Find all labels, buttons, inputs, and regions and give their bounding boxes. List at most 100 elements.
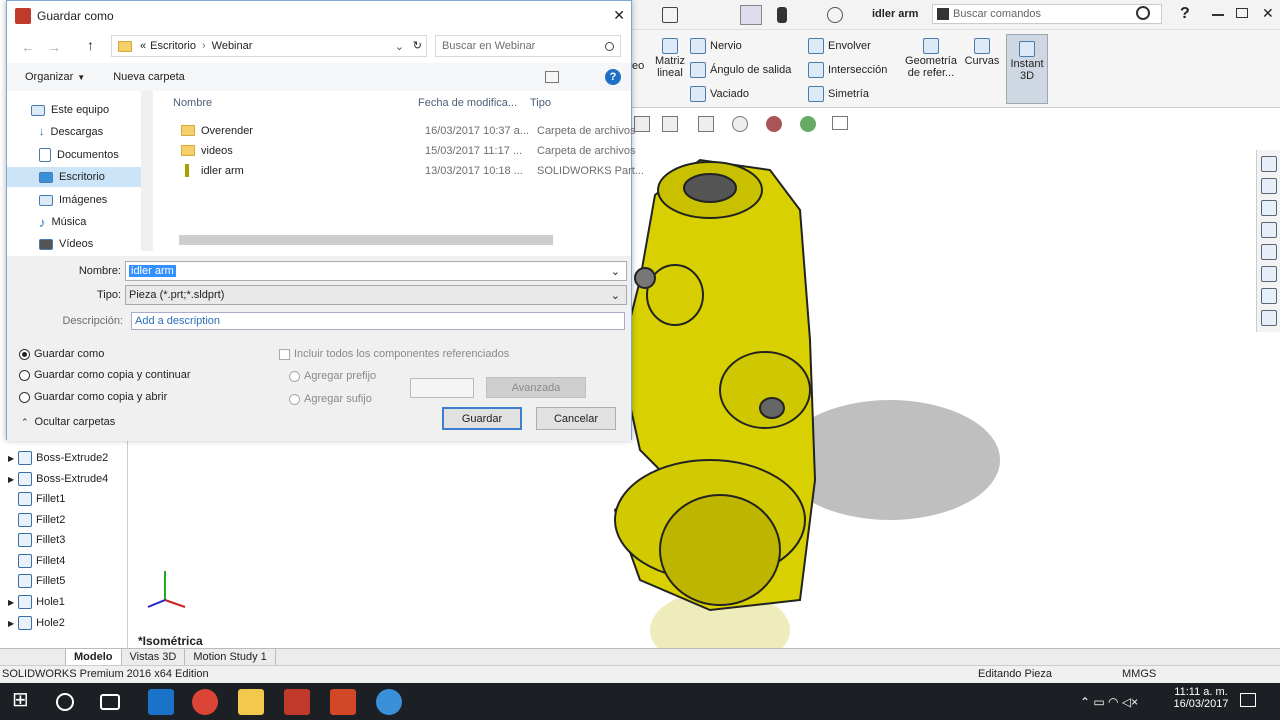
cortana-icon[interactable] [56,693,74,711]
home-icon[interactable] [1261,156,1277,172]
nav-item-pictures[interactable]: Imágenes [39,190,107,210]
powerpoint-icon[interactable] [330,689,356,715]
include-references-checkbox[interactable]: Incluir todos los componentes referencia… [279,348,509,360]
description-input[interactable]: Add a description [131,312,625,330]
new-folder-button[interactable]: Nueva carpeta [113,71,185,83]
breadcrumb-overflow[interactable]: « [140,40,146,52]
up-arrow-icon[interactable]: ↑ [87,37,94,53]
file-row[interactable]: idler arm 13/03/2017 10:18 ... SOLIDWORK… [173,161,644,181]
column-header-name[interactable]: Nombre [173,97,212,109]
windows-start-icon[interactable]: ⊞ [12,687,38,713]
forward-arrow-icon[interactable]: → [47,39,61,55]
view-settings-icon[interactable] [832,116,848,130]
tab-3d-views[interactable]: Vistas 3D [122,648,186,666]
back-arrow-icon[interactable]: ← [21,39,35,55]
expand-arrow-icon[interactable]: ▶ [8,619,14,628]
sustainability-icon[interactable] [1261,310,1277,326]
help-icon[interactable]: ? [1180,5,1190,23]
expand-arrow-icon[interactable]: ▶ [8,475,14,484]
units-status[interactable]: MMGS [1122,668,1156,680]
tree-item[interactable]: Fillet5 [18,571,65,591]
part-3d-view[interactable] [600,140,1260,650]
hide-folders-toggle[interactable]: ⌃ Ocultar carpetas [21,416,115,428]
search-commands-input[interactable]: Buscar comandos [932,4,1162,24]
design-library-icon[interactable] [1261,178,1277,194]
snowflake-app-icon[interactable] [376,689,402,715]
tray-icons[interactable]: ⌃ ▭ ◠ ◁× [1080,695,1138,709]
chevron-down-icon[interactable]: ⌄ [611,265,620,278]
tree-item[interactable]: Fillet1 [18,489,65,509]
file-row[interactable]: Overender 16/03/2017 10:37 a... Carpeta … [173,121,635,141]
tree-item[interactable]: ▶ Hole1 [8,592,65,612]
nav-item-documents[interactable]: Documentos [39,145,119,165]
chrome-icon[interactable] [192,689,218,715]
tree-item[interactable]: Fillet3 [18,530,65,550]
intersect-button[interactable]: Intersección [808,62,887,78]
horizontal-scrollbar[interactable] [179,235,553,245]
custom-properties-icon[interactable] [1261,266,1277,282]
add-suffix-option[interactable]: Agregar sufijo [289,393,372,405]
select-pointer-icon[interactable] [740,5,762,25]
prefix-suffix-input[interactable] [410,378,474,398]
file-row[interactable]: videos 15/03/2017 11:17 ... Carpeta de a… [173,141,635,161]
help-icon[interactable]: ? [605,69,621,85]
refresh-icon[interactable]: ↻ [413,39,422,52]
view-palette-icon[interactable] [1261,222,1277,238]
rib-button[interactable]: Nervio [690,38,742,54]
add-prefix-option[interactable]: Agregar prefijo [289,370,376,382]
breadcrumb-item[interactable]: Webinar [212,40,253,52]
file-explorer-icon[interactable] [238,689,264,715]
search-icon[interactable] [1136,6,1150,20]
appearance-icon[interactable] [766,116,782,132]
shell-button[interactable]: Vaciado [690,86,749,102]
scene-icon[interactable] [800,116,816,132]
tree-item[interactable]: ▶ Boss-Extrude4 [8,469,108,489]
tree-item[interactable]: ▶ Boss-Extrude2 [8,448,108,468]
display-style-icon[interactable] [698,116,714,132]
zoom-area-icon[interactable] [634,116,650,132]
solidworks-icon[interactable] [284,689,310,715]
forum-icon[interactable] [1261,288,1277,304]
search-input[interactable]: Buscar en Webinar [435,35,621,57]
tree-item[interactable]: ▶ Hole2 [8,613,65,633]
filename-input[interactable]: idler arm ⌄ [125,261,627,281]
close-icon[interactable]: ✕ [1262,5,1274,22]
draft-button[interactable]: Ángulo de salida [690,62,791,78]
nav-scrollbar[interactable] [141,91,153,251]
tree-item[interactable]: Fillet4 [18,551,65,571]
tab-model[interactable]: Modelo [66,648,122,666]
option-save-as[interactable]: Guardar como [19,348,104,360]
curves-button[interactable]: Curvas [964,38,1000,67]
task-view-icon[interactable] [100,694,120,710]
restore-icon[interactable] [1236,8,1248,18]
column-header-date[interactable]: Fecha de modifica... [418,97,517,109]
appearances-icon[interactable] [1261,244,1277,260]
view-options-icon[interactable] [545,71,559,83]
traffic-light-icon[interactable] [777,7,787,23]
mirror-button[interactable]: Simetría [808,86,869,102]
breadcrumb-item[interactable]: Escritorio [150,40,196,52]
minimize-icon[interactable] [1212,14,1224,16]
expand-arrow-icon[interactable]: ▶ [8,598,14,607]
column-header-type[interactable]: Tipo [530,97,551,109]
tree-item[interactable]: Fillet2 [18,510,65,530]
organize-menu[interactable]: Organizar [25,71,73,83]
file-explorer-icon[interactable] [1261,200,1277,216]
reference-geometry-button[interactable]: Geometría de refer... [904,38,958,79]
save-button[interactable]: Guardar [442,407,522,430]
clock[interactable]: 11:11 a. m. 16/03/2017 [1170,686,1232,710]
nav-item-this-pc[interactable]: Este equipo [31,100,109,120]
close-icon[interactable]: ✕ [613,7,625,24]
edge-icon[interactable] [148,689,174,715]
address-bar[interactable]: « Escritorio › Webinar ⌄ ↻ [111,35,427,57]
option-save-copy-open[interactable]: Guardar como copia y abrir [19,391,167,403]
nav-item-downloads[interactable]: ↓ Descargas [39,122,103,142]
instant3d-button[interactable]: Instant 3D [1006,34,1048,104]
advanced-button[interactable]: Avanzada [486,377,586,398]
wrap-button[interactable]: Envolver [808,38,871,54]
option-save-copy-continue[interactable]: Guardar como copia y continuar [19,369,191,381]
file-type-select[interactable]: Pieza (*.prt;*.sldprt) ⌄ [125,285,627,305]
tab-scroll-arrows[interactable] [0,649,66,665]
linear-pattern-button[interactable]: Matriz lineal [654,38,686,79]
tab-motion-study[interactable]: Motion Study 1 [185,648,276,666]
